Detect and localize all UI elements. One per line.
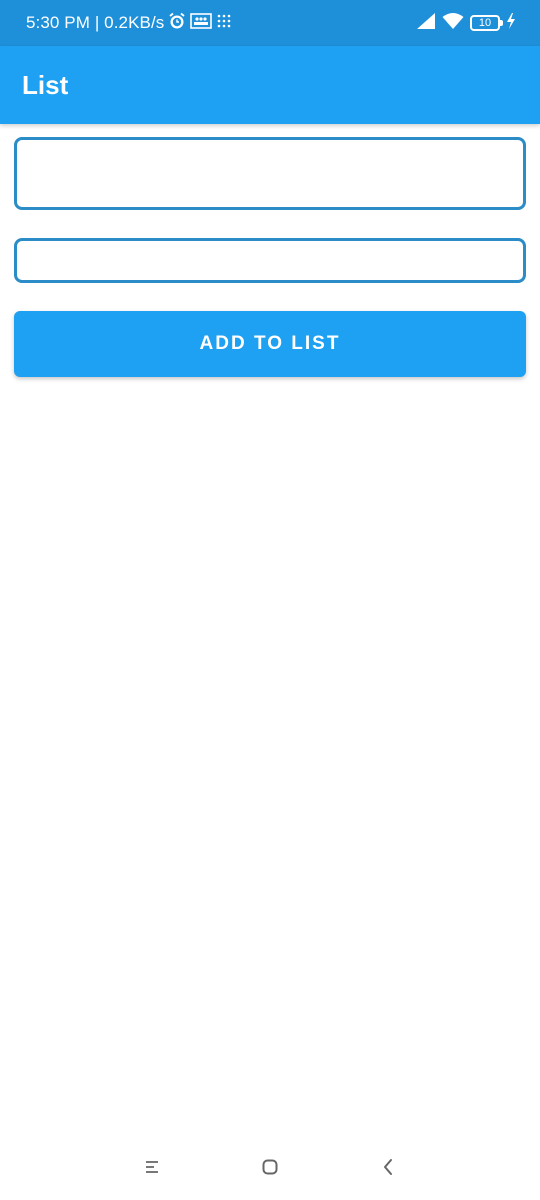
app-bar: List xyxy=(0,46,540,124)
text-input-2[interactable] xyxy=(14,238,526,283)
recent-apps-button[interactable] xyxy=(137,1154,167,1184)
signal-icon xyxy=(416,12,436,35)
home-button[interactable] xyxy=(255,1154,285,1184)
battery-level: 10 xyxy=(478,16,492,29)
battery-icon: 10 xyxy=(470,15,503,31)
status-left: 5:30 PM | 0.2KB/s xyxy=(26,0,232,46)
back-button[interactable] xyxy=(373,1154,403,1184)
charging-icon xyxy=(506,12,516,34)
photo-icon xyxy=(190,12,213,35)
status-right: 10 xyxy=(416,0,516,46)
grid-dots-icon xyxy=(216,13,232,34)
back-icon xyxy=(381,1158,395,1181)
system-nav-bar xyxy=(0,1140,540,1200)
menu-icon xyxy=(144,1159,160,1180)
page-title: List xyxy=(22,69,69,100)
home-icon xyxy=(261,1158,279,1181)
wifi-icon xyxy=(442,12,464,35)
text-input-1[interactable] xyxy=(14,137,526,210)
status-time: 5:30 PM | 0.2KB/s xyxy=(26,13,165,32)
status-bar: 5:30 PM | 0.2KB/s 10 xyxy=(0,0,540,46)
alarm-icon xyxy=(168,12,186,35)
add-to-list-button[interactable]: ADD TO LIST xyxy=(14,311,526,377)
